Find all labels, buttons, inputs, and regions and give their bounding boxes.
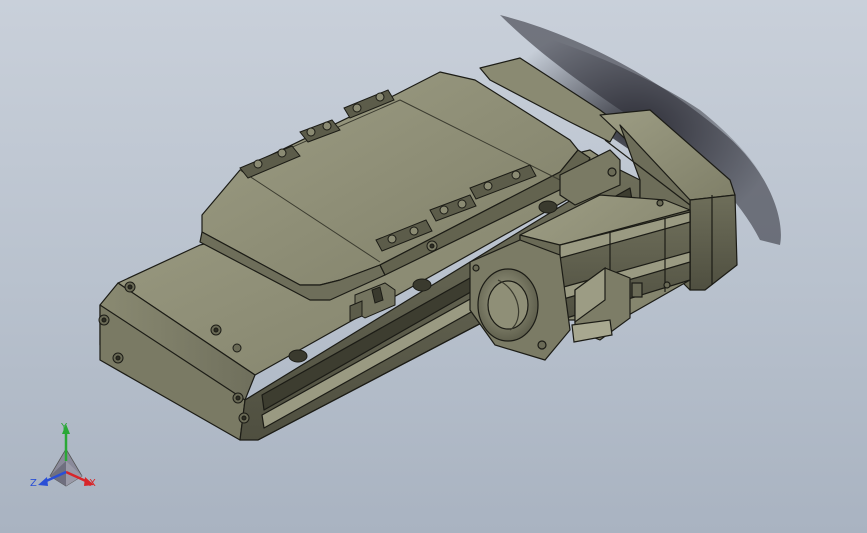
cad-model-svg[interactable]: Y X Z bbox=[0, 0, 867, 533]
y-axis-label: Y bbox=[60, 422, 68, 433]
3d-graphics-viewport[interactable]: Y X Z bbox=[0, 0, 867, 533]
z-axis-label: Z bbox=[30, 478, 37, 489]
z-axis-arrowhead bbox=[38, 477, 48, 486]
motor-encoder-cap[interactable] bbox=[469, 239, 571, 361]
x-axis-label: X bbox=[89, 478, 96, 489]
coordinate-triad: Y X Z bbox=[30, 422, 96, 489]
